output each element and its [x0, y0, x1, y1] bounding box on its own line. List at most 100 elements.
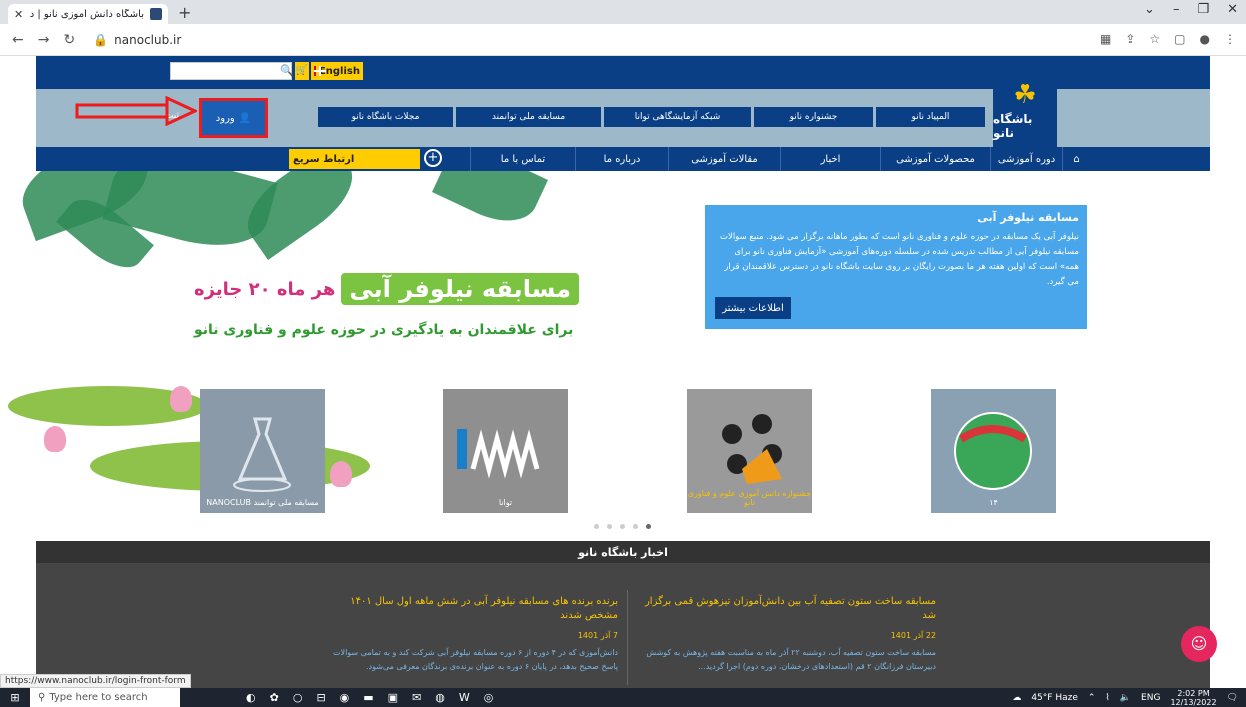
reload-icon[interactable]: ↻: [63, 32, 75, 48]
side-panel-icon[interactable]: ▢: [1174, 32, 1185, 46]
share-icon[interactable]: ⇪: [1125, 32, 1135, 46]
network-icon[interactable]: ⌇: [1105, 693, 1109, 703]
login-button[interactable]: ورود 👤: [199, 98, 268, 138]
info-card-text: نیلوفر آبی یک مسابقه در حوزه علوم و فناو…: [719, 232, 1079, 287]
clock-time: 2:02 PM: [1177, 688, 1210, 698]
menu-products[interactable]: محصولات آموزشی: [880, 147, 990, 171]
topnav-olympiad[interactable]: المپیاد نانو: [876, 107, 986, 127]
info-card-title: مسابقه نیلوفر آبی: [977, 211, 1079, 224]
cortana-icon[interactable]: ○: [293, 691, 303, 704]
app-icon[interactable]: ✿: [270, 691, 279, 704]
search-icon[interactable]: 🔍: [280, 64, 294, 77]
menu-articles[interactable]: مقالات آموزشی: [668, 147, 780, 171]
lock-icon: 🔒: [93, 32, 109, 47]
app-icon[interactable]: ◐: [246, 691, 256, 704]
forward-icon[interactable]: →: [38, 32, 50, 48]
topnav-festival[interactable]: جشنواره نانو: [754, 107, 874, 127]
slide-card-festival[interactable]: جشنواره دانش آموزی علوم و فناوری نانو: [687, 389, 812, 513]
browser-tab[interactable]: باشگاه دانش آموزی نانو | دوره و مسا... ✕: [8, 4, 168, 24]
slider-dots: [594, 524, 651, 529]
browser-tab-bar: باشگاه دانش آموزی نانو | دوره و مسا... ✕…: [0, 0, 1246, 24]
news-section: [36, 563, 1210, 688]
close-window-icon[interactable]: ✕: [1227, 2, 1238, 17]
site-search-input[interactable]: [170, 62, 292, 80]
url-field[interactable]: 🔒 nanoclub.ir: [93, 33, 181, 47]
menu-courses[interactable]: دوره آموزشی: [990, 147, 1062, 171]
restore-icon[interactable]: ❐: [1197, 2, 1209, 17]
back-icon[interactable]: ←: [12, 32, 24, 48]
home-icon[interactable]: ⌂: [1062, 147, 1090, 171]
search-icon: ⚲: [38, 692, 46, 703]
plus-icon[interactable]: +: [424, 149, 442, 167]
news-divider: [627, 590, 628, 685]
news-item[interactable]: مسابقه ساخت ستون تصفیه آب بین دانش‌آموزا…: [636, 595, 936, 674]
minimize-icon[interactable]: –: [1173, 2, 1180, 17]
site-favicon: [150, 8, 162, 20]
slide-card-olympiad[interactable]: ۱۴: [931, 389, 1056, 513]
firefox-icon[interactable]: ◍: [435, 691, 445, 704]
taskbar-search[interactable]: ⚲ Type here to search: [30, 688, 180, 707]
topnav-magazines[interactable]: مجلات باشگاه نانو: [318, 107, 454, 127]
slider-dot[interactable]: [633, 524, 638, 529]
system-tray: ☁ 45°F Haze ⌃ ⌇ 🔈 ENG 2:02 PM 12/13/2022…: [1012, 688, 1238, 707]
translate-icon[interactable]: ▦: [1100, 32, 1111, 46]
slide-label: توانا: [498, 498, 513, 507]
profile-icon[interactable]: ●: [1200, 32, 1210, 46]
file-explorer-icon[interactable]: ▬: [363, 691, 373, 704]
volume-icon[interactable]: 🔈: [1120, 693, 1131, 703]
notification-icon[interactable]: 🗨: [1227, 693, 1238, 703]
chat-icon[interactable]: ☺: [1181, 626, 1217, 662]
globe-icon: [954, 412, 1032, 490]
store-icon[interactable]: ▣: [388, 691, 398, 704]
menu-contact[interactable]: تماس با ما: [470, 147, 575, 171]
flask-icon: [233, 417, 291, 492]
task-view-icon[interactable]: ⊟: [316, 691, 325, 704]
news-date: 7 آذر 1401: [577, 631, 618, 640]
news-excerpt: دانش‌آموزی که در ۴ دوره از ۶ دوره مسابقه…: [332, 648, 618, 671]
new-tab-icon[interactable]: +: [178, 3, 191, 22]
edge-icon[interactable]: ◉: [340, 691, 350, 704]
windows-taskbar: ⊞ ⚲ Type here to search ◐ ✿ ○ ⊟ ◉ ▬ ▣ ✉ …: [0, 688, 1246, 707]
menu-about[interactable]: درباره ما: [575, 147, 668, 171]
slide-card-tavana[interactable]: توانا: [443, 389, 568, 513]
topnav-tavana-network[interactable]: شبکه آزمایشگاهی توانا: [604, 107, 752, 127]
address-bar: ← → ↻ 🔒 nanoclub.ir ▦ ⇪ ☆ ▢ ● ⋮: [0, 24, 1246, 56]
slider-dot-active[interactable]: [646, 524, 651, 529]
slider-dot[interactable]: [594, 524, 599, 529]
quick-contact-button[interactable]: ارتباط سریع: [289, 149, 420, 169]
chrome-icon[interactable]: ◎: [484, 691, 494, 704]
hero-prize-text: هر ماه ۲۰ جایزه: [194, 278, 336, 300]
taskbar-search-placeholder: Type here to search: [49, 692, 148, 703]
slider-dot[interactable]: [620, 524, 625, 529]
tab-close-icon[interactable]: ✕: [14, 8, 23, 21]
windows-start-icon[interactable]: ⊞: [0, 691, 30, 704]
tavana-logo-icon: [457, 429, 540, 479]
tab-search-icon[interactable]: ⌄: [1144, 2, 1155, 17]
word-icon[interactable]: W: [459, 691, 470, 704]
menu-news[interactable]: اخبار: [780, 147, 880, 171]
weather-text[interactable]: 45°F Haze: [1031, 693, 1078, 703]
news-item[interactable]: برنده برنده های مسابقه نیلوفر آبی در شش …: [318, 595, 618, 674]
slide-label: جشنواره دانش آموزی علوم و فناوری نانو: [687, 489, 812, 507]
clock[interactable]: 2:02 PM 12/13/2022: [1170, 689, 1216, 707]
nanoclub-logo[interactable]: ☘ باشگاه نانو: [993, 56, 1057, 148]
mail-icon[interactable]: ✉: [412, 691, 421, 704]
weather-icon: ☁: [1012, 692, 1022, 703]
slide-card-national-contest[interactable]: NANOCLUB مسابقه ملی توانمند: [200, 389, 325, 513]
window-controls: ⌄ – ❐ ✕: [1144, 2, 1238, 17]
cart-icon[interactable]: 🛒: [295, 62, 309, 80]
topnav-national-contest[interactable]: مسابقه ملی توانمند: [456, 107, 602, 127]
more-info-button[interactable]: اطلاعات بیشتر: [715, 297, 791, 319]
english-language-button[interactable]: English: [311, 62, 363, 80]
language-indicator[interactable]: ENG: [1141, 693, 1160, 703]
menu-dots-icon[interactable]: ⋮: [1224, 32, 1236, 46]
news-title[interactable]: برنده برنده های مسابقه نیلوفر آبی در شش …: [318, 595, 618, 623]
slider-dot[interactable]: [607, 524, 612, 529]
status-bar-url: https://www.nanoclub.ir/login-front-form: [0, 674, 191, 688]
bookmark-star-icon[interactable]: ☆: [1149, 32, 1160, 46]
news-title[interactable]: مسابقه ساخت ستون تصفیه آب بین دانش‌آموزا…: [636, 595, 936, 623]
hero-subtitle: برای علاقمندان به یادگیری در حوزه علوم و…: [194, 322, 574, 338]
chevron-up-icon[interactable]: ⌃: [1088, 693, 1096, 703]
logo-figure-icon: ☘: [1013, 80, 1037, 110]
clock-date: 12/13/2022: [1170, 697, 1217, 707]
